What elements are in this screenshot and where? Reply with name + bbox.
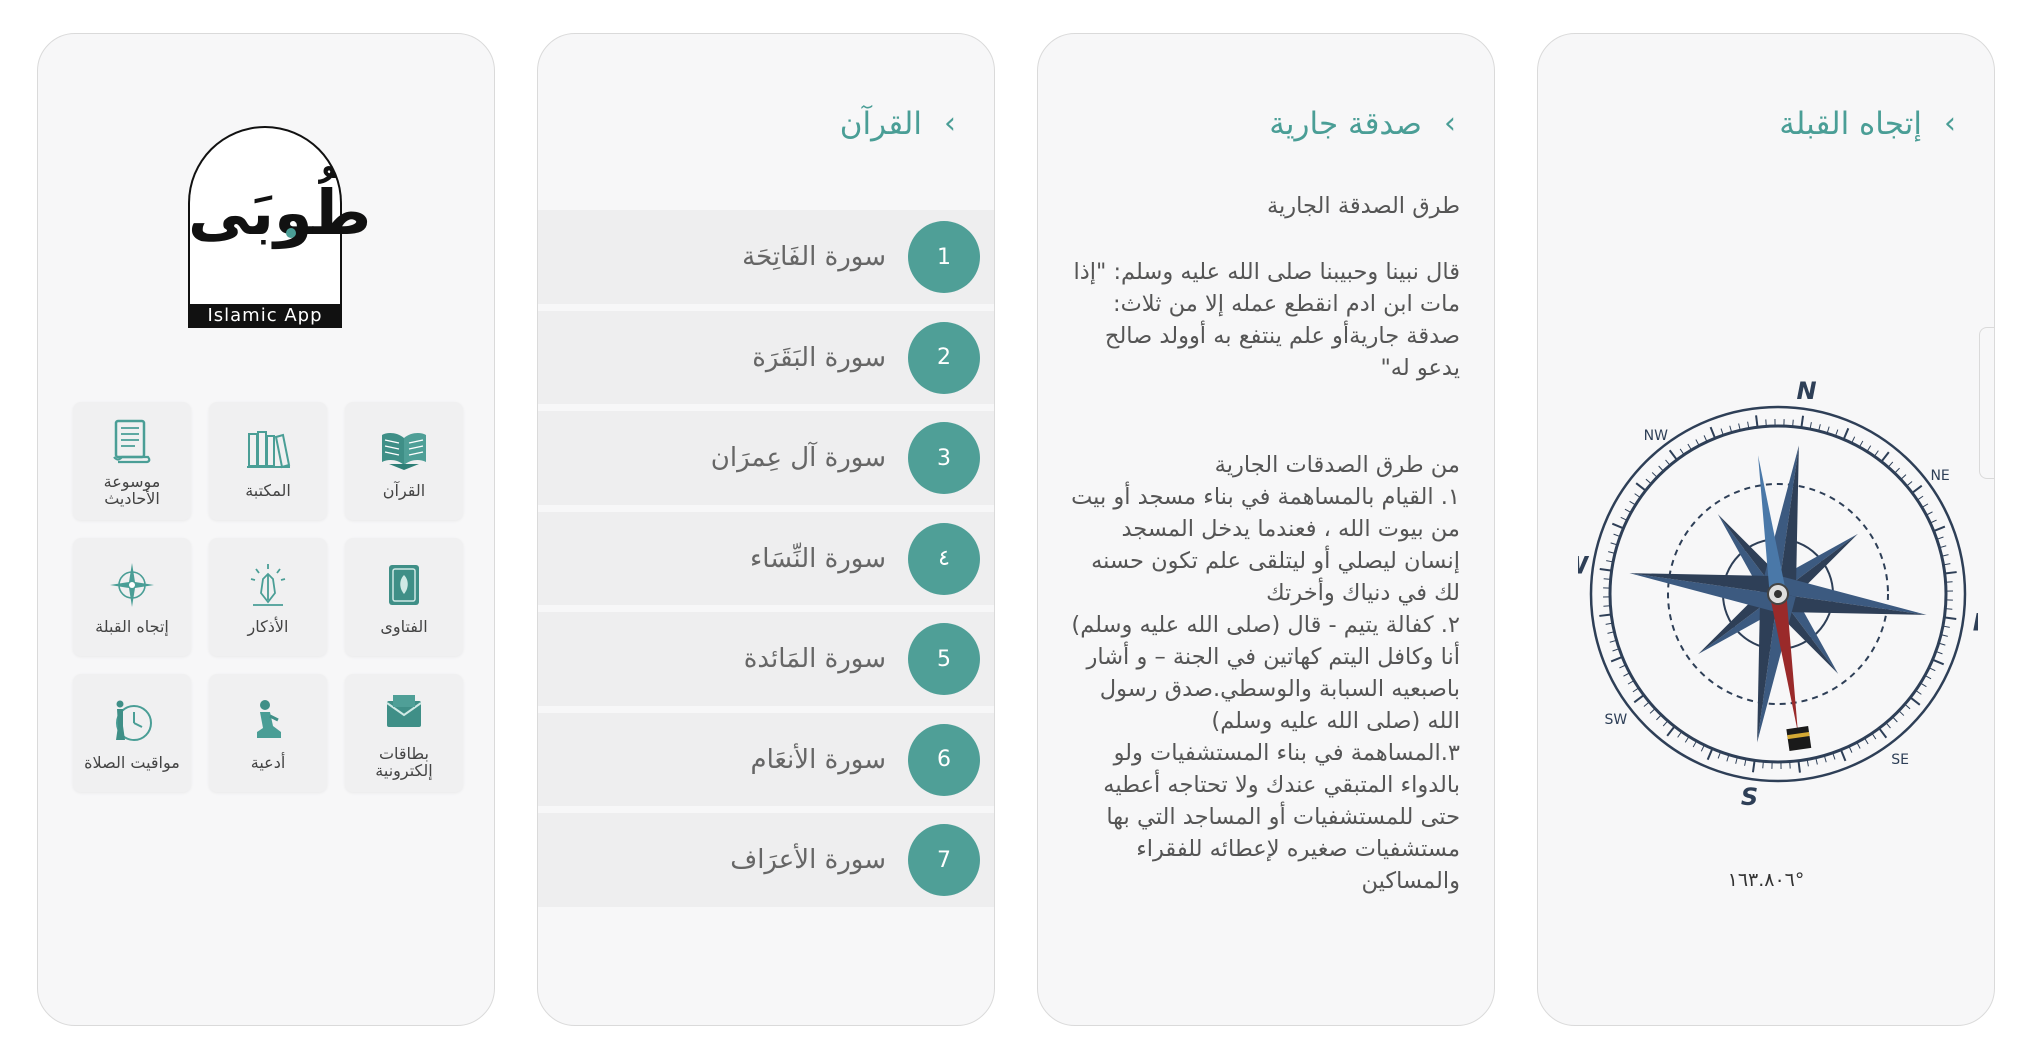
envelope-icon [386, 695, 422, 727]
clock-person-icon [116, 700, 152, 741]
surah-row[interactable]: سورة النِّسَاء ٤ [538, 512, 994, 605]
kneeling-person-icon [257, 699, 281, 738]
list-heading: من طرق الصدقات الجارية [1214, 452, 1460, 478]
compass-label-ne: NE [1930, 468, 1949, 484]
side-drawer-handle[interactable] [1979, 327, 1994, 479]
qibla-screen: إتجاه القبلة ‹ N E S W NE SE SW NW ١٦٣.٨… [1537, 33, 1995, 1026]
surah-number-badge: 5 [908, 623, 980, 695]
compass-icon [110, 562, 154, 607]
list-item: ٣.المساهمة في بناء المستشفيات ولو بالدوا… [1103, 740, 1460, 894]
page-title: إتجاه القبلة [1779, 106, 1922, 142]
scroll-icon [113, 419, 151, 464]
surah-row[interactable]: سورة آل عِمرَان 3 [538, 411, 994, 505]
surah-number-badge: 2 [908, 321, 980, 394]
compass-label-n: N [1796, 377, 1816, 405]
surah-row[interactable]: سورة المَائدة 5 [538, 612, 994, 706]
tile-label: الفتاوى [380, 616, 428, 636]
feature-grid: القرآن المكتبة موسوعة الأحاديث الفتاوى ا… [73, 402, 463, 792]
surah-name: سورة الأنعَام [750, 744, 886, 775]
praying-hands-icon [250, 563, 286, 606]
logo-dot [286, 228, 296, 238]
surah-row[interactable]: سورة الفَاتِحَة 1 [538, 210, 994, 304]
tile-label: بطاقات إلكترونية [375, 744, 433, 780]
surah-name: سورة النِّسَاء [750, 543, 886, 574]
qibla-compass: N E S W NE SE SW NW [1578, 377, 1978, 811]
surah-number-badge: 3 [908, 422, 980, 494]
tile-hadith[interactable]: موسوعة الأحاديث [73, 402, 191, 520]
surah-name: سورة البَقَرَة [752, 342, 886, 373]
surah-list: سورة الفَاتِحَة 1 سورة البَقَرَة 2 سورة آل… [538, 210, 994, 914]
article-body: من طرق الصدقات الجارية ١. القيام بالمساه… [1068, 449, 1460, 897]
tile-label: أدعية [250, 752, 286, 772]
surah-number-badge: ٤ [908, 522, 980, 595]
tile-adhkar[interactable]: الأذكار [209, 538, 327, 656]
app-logo: طُوبَى Islamic App [188, 126, 372, 328]
logo-script: طُوبَى [188, 176, 372, 249]
tile-qibla[interactable]: إتجاه القبلة [73, 538, 191, 656]
compass-label-e: E [1973, 609, 1978, 637]
list-item: ٢. كفالة يتيم - قال (صلى الله عليه وسلم)… [1071, 612, 1460, 734]
surah-name: سورة المَائدة [743, 644, 886, 674]
surah-name: سورة الفَاتِحَة [742, 242, 886, 272]
tile-prayer-times[interactable]: مواقيت الصلاة [73, 674, 191, 792]
tile-duas[interactable]: أدعية [209, 674, 327, 792]
surah-number-badge: 7 [908, 824, 980, 896]
surah-row[interactable]: سورة الأنعَام 6 [538, 713, 994, 806]
compass-label-w: W [1578, 551, 1590, 579]
sadaqa-header: صدقة جارية ‹ [1269, 94, 1456, 154]
open-book-icon [382, 432, 426, 470]
tile-label: مواقيت الصلاة [84, 752, 180, 772]
back-chevron-icon[interactable]: ‹ [944, 109, 956, 139]
qibla-header: إتجاه القبلة ‹ [1779, 94, 1956, 154]
compass-label-sw: SW [1605, 712, 1628, 728]
compass-label-s: S [1741, 783, 1758, 811]
tile-label: القرآن [382, 480, 426, 500]
qibla-bearing-readout: ١٦٣.٨٠٦° [1727, 869, 1805, 891]
surah-row[interactable]: سورة الأعرَاف 7 [538, 813, 994, 907]
quran-header: القرآن ‹ [840, 94, 956, 154]
sadaqa-screen: صدقة جارية ‹ طرق الصدقة الجارية قال نبين… [1037, 33, 1495, 1026]
back-chevron-icon[interactable]: ‹ [1444, 109, 1456, 139]
article-subtitle: طرق الصدقة الجارية [1266, 193, 1460, 219]
bookshelf-icon [247, 430, 291, 468]
tile-fatwa[interactable]: الفتاوى [345, 538, 463, 656]
home-screen: طُوبَى Islamic App القرآن المكتبة موسوعة… [37, 33, 495, 1026]
back-chevron-icon[interactable]: ‹ [1944, 109, 1956, 139]
page-title: صدقة جارية [1269, 106, 1422, 142]
page-title: القرآن [839, 106, 922, 142]
logo-caption: Islamic App [188, 304, 342, 328]
compass-label-se: SE [1891, 752, 1909, 768]
quran-cover-icon [389, 564, 419, 605]
surah-row[interactable]: سورة البَقَرَة 2 [538, 311, 994, 404]
hadith-text: قال نبينا وحبيبنا صلى الله عليه وسلم: "إ… [1073, 259, 1460, 381]
tile-quran[interactable]: القرآن [345, 402, 463, 520]
tile-library[interactable]: المكتبة [209, 402, 327, 520]
surah-name: سورة الأعرَاف [730, 845, 886, 875]
tile-label: الأذكار [247, 616, 289, 636]
tile-label: المكتبة [245, 480, 291, 500]
surah-number-badge: 1 [908, 221, 980, 293]
tile-label: موسوعة الأحاديث [103, 472, 161, 508]
surah-name: سورة آل عِمرَان [710, 443, 886, 473]
compass-label-nw: NW [1644, 428, 1668, 444]
list-item: ١. القيام بالمساهمة في بناء مسجد أو بيت … [1071, 484, 1460, 606]
quran-screen: القرآن ‹ سورة الفَاتِحَة 1 سورة البَقَرَة… [537, 33, 995, 1026]
tile-label: إتجاه القبلة [95, 616, 169, 636]
surah-number-badge: 6 [908, 723, 980, 796]
tile-ecards[interactable]: بطاقات إلكترونية [345, 674, 463, 792]
